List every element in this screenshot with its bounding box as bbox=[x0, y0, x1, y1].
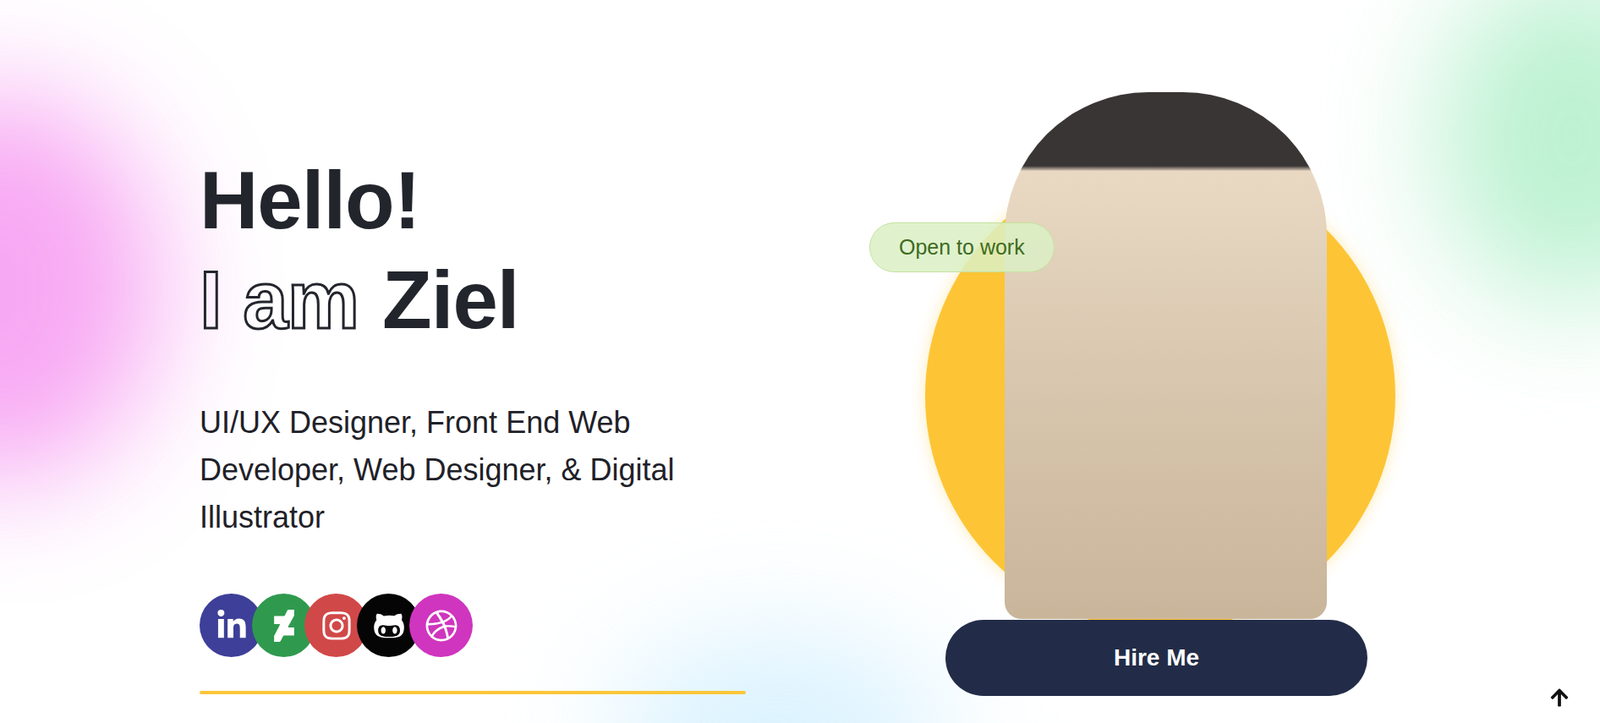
social-link[interactable] bbox=[409, 593, 473, 658]
dribbble-icon bbox=[425, 609, 458, 642]
intro: Hello!I amZiel UI/UX Designer, Front End … bbox=[199, 0, 758, 723]
hero: Hello!I amZiel UI/UX Designer, Front End … bbox=[0, 0, 1600, 723]
arrow-up-icon bbox=[1549, 687, 1570, 708]
hire-button[interactable]: Hire Me bbox=[945, 619, 1368, 696]
pink-glow bbox=[0, 93, 161, 483]
divider bbox=[199, 690, 746, 695]
social-links bbox=[199, 593, 758, 658]
deviantart-icon bbox=[268, 609, 301, 642]
intro-line: I amZiel bbox=[199, 250, 758, 351]
name: Ziel bbox=[382, 254, 519, 346]
instagram-icon bbox=[320, 609, 353, 642]
photo bbox=[1004, 92, 1327, 620]
greeting: Hello! bbox=[199, 150, 758, 251]
heading: Hello!I amZiel bbox=[199, 150, 758, 351]
status-badge: Open to work bbox=[869, 222, 1055, 273]
blue-glow bbox=[608, 634, 948, 723]
intro-outline: I am bbox=[199, 254, 359, 346]
github-icon bbox=[372, 609, 406, 642]
page: Hello!I amZiel UI/UX Designer, Front End … bbox=[0, 0, 1600, 723]
portrait: Open to work Hire Me bbox=[869, 0, 1411, 723]
linkedin-icon bbox=[215, 609, 248, 642]
scroll-top-button[interactable] bbox=[1542, 680, 1577, 715]
green-glow bbox=[1437, 0, 1600, 305]
roles: UI/UX Designer, Front End Web Developer,… bbox=[199, 399, 758, 542]
